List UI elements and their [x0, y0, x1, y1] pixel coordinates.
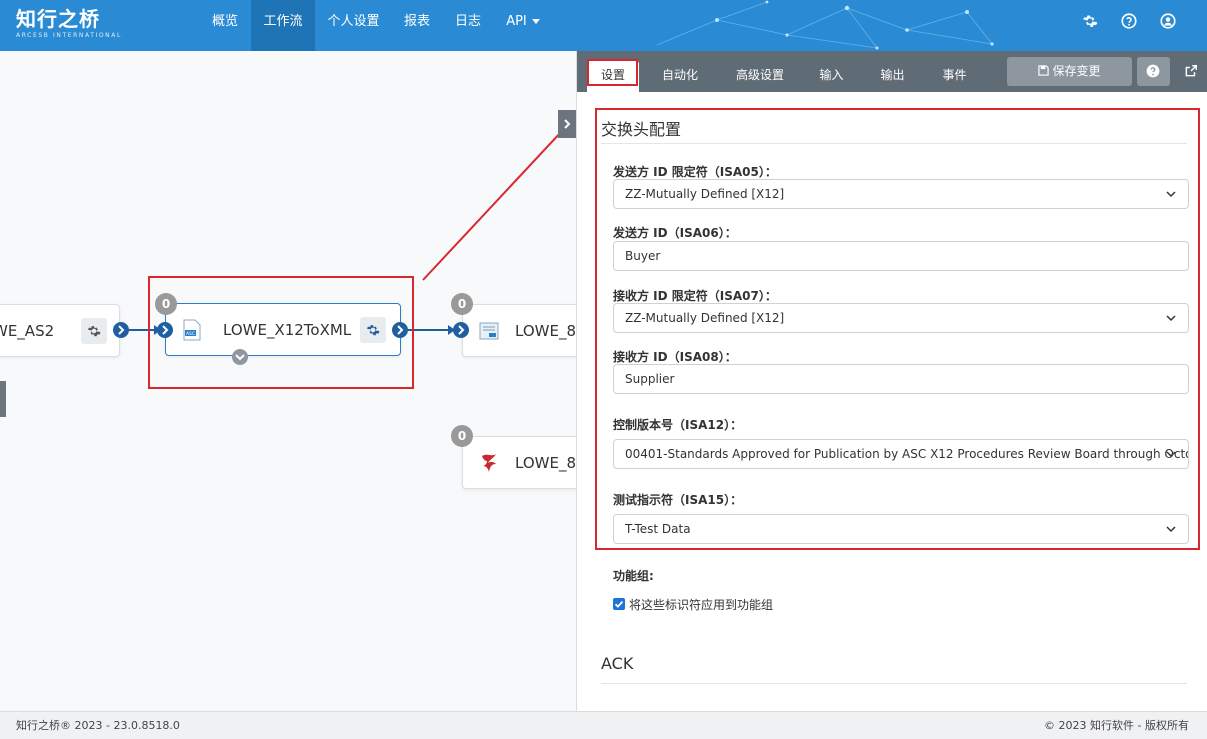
panel-collapse-tab[interactable]	[558, 110, 576, 138]
sidebar-expand-tab[interactable]	[0, 381, 6, 417]
functional-group-label: 功能组:	[613, 569, 654, 583]
nav-item-reports[interactable]: 报表	[392, 0, 442, 51]
section-title-ack: ACK	[601, 654, 634, 673]
node-count-badge: 0	[451, 425, 473, 447]
user-icon[interactable]	[1159, 12, 1177, 30]
nav-item-api-label: API	[506, 14, 527, 29]
tab-input[interactable]: 输入	[809, 61, 854, 92]
brand-name: 知行之桥	[16, 7, 100, 31]
highlight-box-tab	[587, 59, 638, 86]
network-decoration-icon	[656, 0, 994, 50]
input-port[interactable]	[453, 322, 469, 338]
nav-item-workflow[interactable]: 工作流	[251, 0, 315, 51]
panel-tabbar: 设置 自动化 高级设置 输入 输出 事件 保存变更	[577, 51, 1207, 92]
node-settings-button[interactable]	[81, 318, 107, 344]
highlight-box-fields	[595, 108, 1200, 550]
footer: 知行之桥® 2023 - 23.0.8518.0 © 2023 知行软件 - 版…	[0, 711, 1207, 739]
chevron-right-icon	[458, 325, 465, 335]
help-icon[interactable]	[1120, 12, 1138, 30]
xml-file-icon	[479, 322, 499, 340]
workflow-canvas[interactable]: WE_AS2 ASC LOWE_X12ToXML 0 LOWE_8 0 LOWE…	[0, 51, 576, 711]
tab-advanced[interactable]: 高级设置	[725, 61, 795, 92]
highlight-box-node	[148, 276, 414, 389]
node-label: LOWE_85	[515, 322, 576, 340]
tab-events[interactable]: 事件	[932, 61, 977, 92]
chevron-right-icon	[564, 119, 571, 129]
chevron-right-icon	[118, 325, 125, 335]
flow-node-lowe-85-a[interactable]: LOWE_85	[462, 304, 576, 357]
nav-item-overview[interactable]: 概览	[199, 0, 251, 51]
save-button-label: 保存变更	[1052, 64, 1101, 78]
output-port[interactable]	[113, 322, 129, 338]
caret-down-icon	[531, 19, 540, 24]
footer-copyright: © 2023 知行软件 - 版权所有	[1044, 719, 1189, 732]
nav-item-profile[interactable]: 个人设置	[315, 0, 392, 51]
brand-tagline: ARCESB INTERNATIONAL	[16, 32, 122, 39]
node-count-badge: 0	[451, 293, 473, 315]
top-navbar: 知行之桥 ARCESB INTERNATIONAL 概览 工作流 个人设置 报表…	[0, 0, 1207, 51]
external-link-icon	[1185, 65, 1197, 77]
nav-item-api[interactable]: API	[494, 0, 552, 51]
divider	[601, 683, 1187, 684]
nav-item-logs[interactable]: 日志	[442, 0, 494, 51]
save-button[interactable]: 保存变更	[1007, 57, 1132, 86]
save-icon	[1038, 65, 1050, 76]
tab-output[interactable]: 输出	[870, 61, 915, 92]
help-icon	[1146, 64, 1160, 78]
gear-icon[interactable]	[1081, 12, 1099, 30]
node-label: LOWE_85	[515, 454, 576, 472]
open-external-button[interactable]	[1174, 57, 1207, 86]
footer-version: 知行之桥® 2023 - 23.0.8518.0	[16, 719, 180, 732]
help-button[interactable]	[1137, 57, 1170, 86]
sql-connector-icon	[482, 454, 496, 472]
gear-icon	[87, 326, 101, 337]
checkmark-icon	[614, 600, 624, 608]
settings-panel: 设置 自动化 高级设置 输入 输出 事件 保存变更 交换头配置 发送方 ID 限…	[576, 51, 1207, 711]
tab-automation[interactable]: 自动化	[650, 61, 710, 92]
apply-to-group-label[interactable]: 将这些标识符应用到功能组	[629, 596, 773, 613]
flow-node-as2[interactable]: WE_AS2	[0, 304, 120, 357]
apply-to-group-checkbox[interactable]	[613, 598, 625, 610]
node-label: WE_AS2	[0, 322, 55, 340]
flow-node-lowe-85-b[interactable]: LOWE_85	[462, 436, 576, 489]
brand-logo[interactable]: 知行之桥 ARCESB INTERNATIONAL	[16, 6, 122, 40]
